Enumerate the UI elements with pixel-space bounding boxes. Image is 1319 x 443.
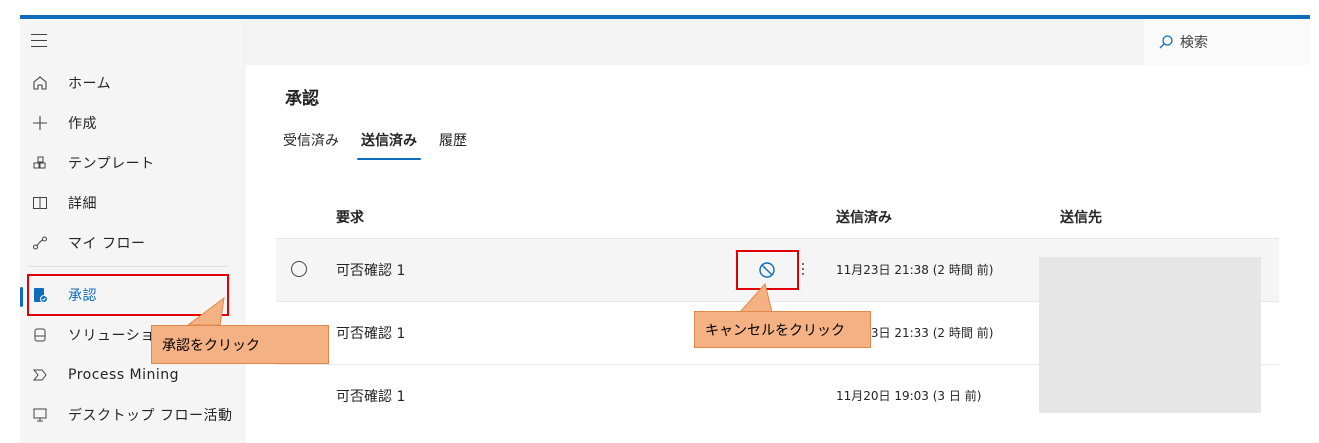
tab-sent[interactable]: 送信済み	[357, 130, 421, 160]
cancel-callout-tail	[738, 283, 773, 313]
plus-icon	[30, 113, 50, 133]
search-box[interactable]: 検索	[1144, 19, 1310, 65]
page-title: 承認	[285, 89, 319, 109]
row-select-radio[interactable]	[291, 261, 307, 277]
process-mining-icon	[30, 365, 50, 385]
redacted-recipient-area	[1039, 257, 1261, 413]
solution-icon	[30, 325, 50, 345]
sidebar-shadow	[243, 19, 247, 443]
sidebar-item-label: テンプレート	[68, 156, 155, 172]
sidebar-divider	[28, 266, 228, 267]
sidebar-item-label: Process Mining	[68, 367, 180, 383]
column-header-recipient[interactable]: 送信先	[1060, 207, 1102, 227]
sidebar-item-label: マイ フロー	[68, 236, 146, 252]
row-sent-time: 11月20日 19:03 (3 日 前)	[836, 389, 982, 403]
search-icon	[1159, 35, 1173, 49]
flow-icon	[30, 233, 50, 253]
row-title: 可否確認 1	[336, 389, 406, 405]
search-label: 検索	[1180, 35, 1208, 51]
hamburger-menu-icon[interactable]	[31, 34, 47, 48]
sidebar-item-home[interactable]: ホーム	[20, 63, 243, 103]
sidebar-item-create[interactable]: 作成	[20, 103, 243, 143]
sidebar-item-desktop-flow-activity[interactable]: デスクトップ フロー活動	[20, 395, 243, 435]
sidebar-item-label: ホーム	[68, 76, 112, 92]
sidebar-item-learn[interactable]: 詳細	[20, 183, 243, 223]
approval-callout-text: 承認をクリック	[162, 337, 260, 354]
home-icon	[30, 73, 50, 93]
tab-received[interactable]: 受信済み	[283, 130, 339, 160]
row-title: 可否確認 1	[336, 326, 406, 342]
sidebar-item-label: 作成	[68, 116, 97, 132]
sidebar-item-templates[interactable]: テンプレート	[20, 143, 243, 183]
sidebar-item-label: デスクトップ フロー活動	[68, 408, 233, 424]
approval-callout: 承認をクリック	[151, 325, 329, 364]
cancel-callout: キャンセルをクリック	[694, 311, 871, 348]
approval-callout-tail	[186, 296, 225, 326]
column-header-request[interactable]: 要求	[336, 207, 364, 227]
template-icon	[30, 153, 50, 173]
desktop-flow-icon	[30, 405, 50, 425]
row-title: 可否確認 1	[336, 263, 406, 279]
tab-history[interactable]: 履歴	[439, 130, 467, 160]
book-icon	[30, 193, 50, 213]
sidebar-item-label: ソリューショ	[68, 328, 155, 344]
tab-list: 受信済み 送信済み 履歴	[283, 130, 489, 160]
sidebar-item-label: 詳細	[68, 196, 97, 212]
sidebar-item-my-flows[interactable]: マイ フロー	[20, 223, 243, 263]
more-options-icon[interactable]	[798, 257, 808, 281]
row-sent-time: 11月23日 21:38 (2 時間 前)	[836, 263, 994, 277]
cancel-callout-text: キャンセルをクリック	[705, 322, 845, 339]
column-header-sent[interactable]: 送信済み	[836, 207, 892, 227]
